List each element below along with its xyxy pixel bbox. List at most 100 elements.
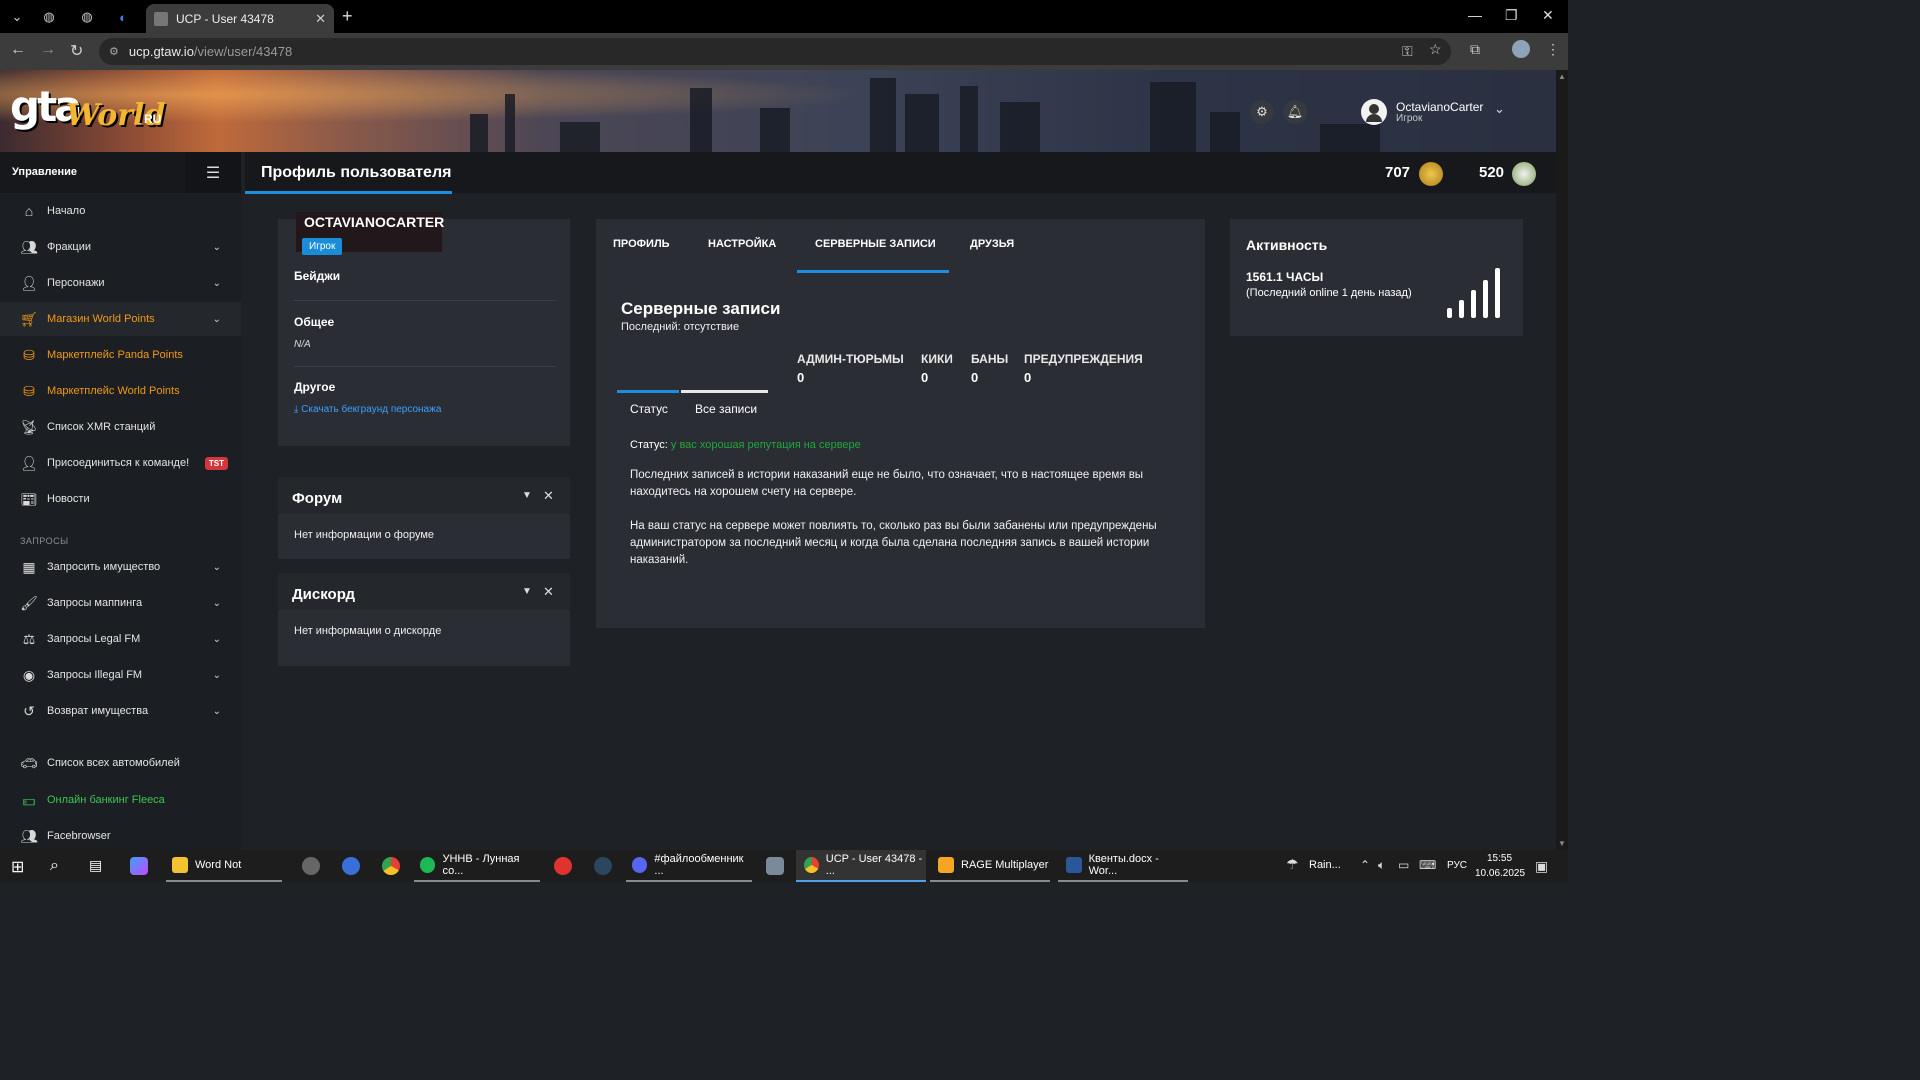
signal-bar [1459,300,1464,318]
sidebar-item-mapping-requests[interactable]: 🖌︎ Запросы маппинга ⌄ [0,586,241,620]
volume-icon[interactable]: 🔈︎ [1378,858,1385,873]
sidebar-item-property-return[interactable]: ↺ Возврат имущества ⌄ [0,694,241,728]
bookmark-star-icon[interactable]: ☆ [1429,41,1442,58]
sidebar-item-world-points-shop[interactable]: 🛒︎ Магазин World Points ⌄ [0,302,241,336]
chevron-down-icon: ⌄ [212,669,221,681]
sidebar-item-home[interactable]: ⌂ Начало [0,194,241,228]
sidebar-item-illegal-fm[interactable]: ◉ Запросы Illegal FM ⌄ [0,658,241,692]
user-avatar-icon[interactable] [1361,99,1387,125]
address-bar[interactable]: ⚙ ucp.gtaw.io/view/user/43478 [99,38,1451,65]
sidebar-item-fleeca-banking[interactable]: 💵︎ Онлайн банкинг Fleeca [0,783,241,817]
tst-badge: TST [204,456,228,470]
new-tab-button[interactable]: + [342,6,353,27]
pinned-tab-icon[interactable]: ◐ [112,6,134,28]
tab-profile[interactable]: ПРОФИЛЬ [613,238,670,250]
extensions-icon[interactable]: ⧉ [1470,41,1480,58]
collapse-caret-icon[interactable]: ▼ [522,490,532,501]
search-icon[interactable]: ⌕ [50,857,68,875]
windows-start-icon[interactable]: ⊞ [11,857,29,876]
tab-friends[interactable]: ДРУЗЬЯ [970,238,1014,250]
sidebar-item-all-vehicles[interactable]: 🚗︎ Список всех автомобилей [0,746,241,780]
subtab-all-records[interactable]: Все записи [695,402,757,416]
taskbar-app-spotify[interactable]: УННВ - Лунная со... [414,850,540,882]
page-title: Профиль пользователя [261,164,452,181]
page-scrollbar[interactable]: ▲ ▼ [1556,70,1568,850]
chrome-icon[interactable] [382,857,400,875]
sidebar-item-news[interactable]: 📰︎ Новости [0,482,241,516]
skyline-building [1000,102,1040,152]
close-tab-icon[interactable]: ✕ [315,11,326,27]
reload-icon[interactable]: ↻ [70,41,83,61]
tab-server-records[interactable]: СЕРВЕРНЫЕ ЗАПИСИ [815,238,936,250]
sidebar-item-label: Новости [47,493,90,505]
subtab-status[interactable]: Статус [630,402,668,416]
profile-name: OCTAVIANOCARTER [304,214,445,230]
collapse-caret-icon[interactable]: ▼ [522,586,532,597]
close-icon[interactable]: ✕ [543,584,554,600]
sidebar-item-xmr-stations[interactable]: 📡︎ Список XMR станций [0,410,241,444]
sidebar-item-characters[interactable]: 👤︎ Персонажи ⌄ [0,266,241,300]
profile-avatar-icon[interactable] [1512,40,1530,58]
task-view-icon[interactable]: ▤ [89,857,107,875]
app-icon[interactable] [554,857,572,875]
minimize-icon[interactable]: — [1468,7,1482,23]
close-window-icon[interactable]: ✕ [1542,7,1554,24]
sidebar-item-world-marketplace[interactable]: ⛁ Маркетплейс World Points [0,374,241,408]
scroll-down-icon[interactable]: ▼ [1558,839,1566,848]
download-background-link[interactable]: ⤓ Скачать бекграунд персонажа [294,404,441,415]
user-tie-icon: 👤︎ [20,454,38,471]
scroll-up-icon[interactable]: ▲ [1558,72,1566,81]
copilot-icon[interactable] [130,857,148,875]
sidebar-item-panda-marketplace[interactable]: ⛁ Маркетплейс Panda Points [0,338,241,372]
tray-chevron-icon[interactable]: ⌃ [1360,858,1370,872]
network-icon[interactable]: ▭ [1398,858,1409,872]
weather-umbrella-icon[interactable]: ☂ [1286,856,1299,873]
sidebar-item-join-team[interactable]: 👤︎ Присоединиться к команде! TST [0,446,241,480]
forum-card-header: Форум ▼ ✕ [278,477,570,514]
pinned-tab-icon[interactable]: ◍ [76,6,98,28]
site-info-icon[interactable]: ⚙ [109,45,119,58]
settings-gear-icon[interactable]: ⚙ [1250,100,1274,124]
restore-icon[interactable]: ❐ [1505,7,1518,24]
browser-tab-active[interactable]: UCP - User 43478 ✕ [146,4,334,33]
password-key-icon[interactable]: ⚿ [1402,43,1413,60]
user-name[interactable]: OctavianoCarter [1396,100,1483,114]
back-icon[interactable]: ← [10,41,26,59]
taskbar-app-chrome-ucp[interactable]: UCP - User 43478 - ... [796,850,926,882]
sidebar-item-request-property[interactable]: ▦ Запросить имущество ⌄ [0,550,241,584]
forum-body: Нет информации о форуме [294,529,435,541]
newspaper-icon: 📰︎ [20,490,38,507]
steam-icon[interactable] [594,857,612,875]
taskbar-app-word[interactable]: Квенты.docx - Wor... [1058,850,1188,882]
weather-label[interactable]: Rain... [1309,859,1341,871]
activity-hours: 1561.1 ЧАСЫ [1246,270,1324,284]
taskbar-app-rage[interactable]: RAGE Multiplayer [930,850,1050,882]
tab-settings[interactable]: НАСТРОЙКА [708,238,776,250]
sidebar-item-factions[interactable]: 👥︎ Фракции ⌄ [0,230,241,264]
gta-world-logo[interactable]: gta World RU [10,80,165,140]
browser-menu-icon[interactable]: ⋮ [1546,41,1560,58]
forward-icon[interactable]: → [40,41,56,59]
notifications-bell-icon[interactable]: 🔔︎ [1283,100,1307,124]
skyline-building [905,94,939,152]
notifications-icon[interactable]: ▣ [1535,858,1548,875]
close-icon[interactable]: ✕ [543,488,554,504]
app-icon[interactable] [766,857,784,875]
rage-mp-icon [938,857,954,873]
taskbar-app-discord[interactable]: #файлообменник ... [626,850,752,882]
hamburger-menu-icon[interactable]: ☰ [185,152,241,193]
clock-time[interactable]: 15:55 [1487,853,1512,864]
input-language[interactable]: РУС [1447,860,1467,871]
user-menu-chevron-icon[interactable]: ⌄ [1494,101,1505,117]
records-title: Серверные записи [621,299,781,318]
sidebar-item-facebrowser[interactable]: 👥︎ Facebrowser [0,819,241,850]
tab-search-icon[interactable]: ⌄ [6,6,28,28]
sidebar-item-legal-fm[interactable]: ⚖ Запросы Legal FM ⌄ [0,622,241,656]
app-icon[interactable] [302,857,320,875]
other-label: Другое [294,380,336,394]
taskbar-app-notepad[interactable]: Word Not [166,850,282,882]
pinned-tab-icon[interactable]: ◍ [38,6,60,28]
app-icon[interactable] [342,857,360,875]
clock-date[interactable]: 10.06.2025 [1475,868,1525,879]
keyboard-icon[interactable]: ⌨ [1419,858,1436,872]
